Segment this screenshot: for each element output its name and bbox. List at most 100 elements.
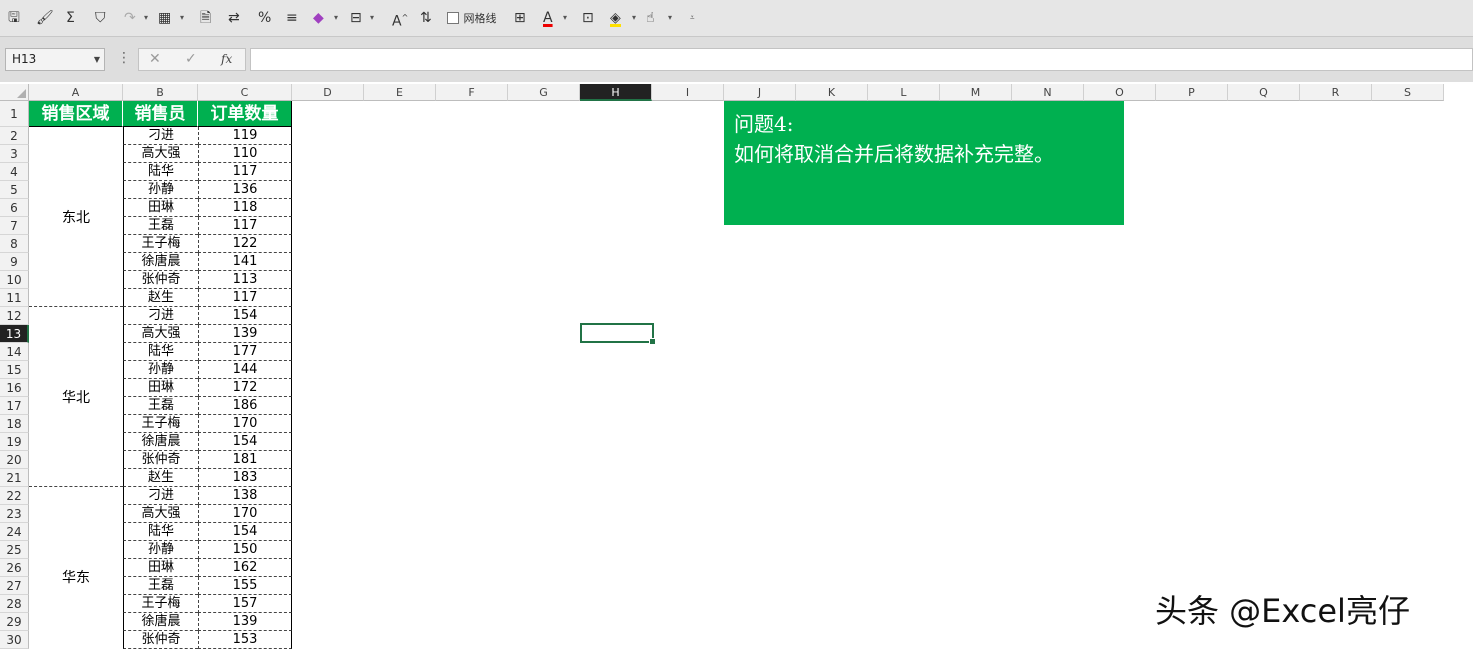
row-header-2[interactable]: 2 [0,127,29,145]
column-header-n[interactable]: N [1012,84,1084,101]
column-header-g[interactable]: G [508,84,580,101]
column-header-r[interactable]: R [1300,84,1372,101]
fill-down-icon[interactable]: ⊟ [350,8,362,28]
row-header-5[interactable]: 5 [0,181,29,199]
formula-bar-grip-icon[interactable]: ⋮ [117,50,131,66]
column-header-b[interactable]: B [123,84,198,101]
column-header-l[interactable]: L [868,84,940,101]
salesperson-cell[interactable]: 高大强 [123,505,198,523]
fill-color-icon[interactable]: ◈ [610,8,621,27]
row-header-20[interactable]: 20 [0,451,29,469]
column-header-q[interactable]: Q [1228,84,1300,101]
table-format-dropdown-icon[interactable]: ▾ [180,8,184,28]
row-header-30[interactable]: 30 [0,631,29,649]
row-header-7[interactable]: 7 [0,217,29,235]
sort-icon[interactable]: ⇅ [420,8,432,28]
column-header-h[interactable]: H [580,84,652,101]
order-count-cell[interactable]: 172 [198,379,292,397]
order-count-cell[interactable]: 157 [198,595,292,613]
salesperson-cell[interactable]: 徐唐晨 [123,253,198,271]
row-header-1[interactable]: 1 [0,101,29,127]
enter-icon[interactable]: ✓ [185,51,197,67]
order-count-cell[interactable]: 170 [198,505,292,523]
row-header-12[interactable]: 12 [0,307,29,325]
cancel-icon[interactable]: ✕ [149,51,161,67]
salesperson-cell[interactable]: 田琳 [123,199,198,217]
column-header-p[interactable]: P [1156,84,1228,101]
column-header-e[interactable]: E [364,84,436,101]
row-header-24[interactable]: 24 [0,523,29,541]
customize-toolbar-icon[interactable]: ⩡ [690,8,695,28]
row-header-6[interactable]: 6 [0,199,29,217]
touch-mode-dropdown-icon[interactable]: ▾ [668,8,672,28]
order-count-cell[interactable]: 154 [198,433,292,451]
header-sales-region[interactable]: 销售区域 [29,101,123,127]
row-header-22[interactable]: 22 [0,487,29,505]
header-salesperson[interactable]: 销售员 [123,101,198,127]
order-count-cell[interactable]: 153 [198,631,292,649]
name-box-dropdown-icon[interactable]: ▼ [94,49,100,70]
order-count-cell[interactable]: 177 [198,343,292,361]
order-count-cell[interactable]: 154 [198,307,292,325]
align-icon[interactable]: ≡ [286,8,298,28]
fill-down-dropdown-icon[interactable]: ▾ [370,8,374,28]
touch-mode-icon[interactable]: ☝ [646,8,655,28]
salesperson-cell[interactable]: 孙静 [123,541,198,559]
order-count-cell[interactable]: 170 [198,415,292,433]
gridlines-toggle[interactable]: 网格线 [447,8,496,28]
salesperson-cell[interactable]: 王磊 [123,577,198,595]
font-color-dropdown-icon[interactable]: ▾ [563,8,567,28]
column-header-j[interactable]: J [724,84,796,101]
order-count-cell[interactable]: 139 [198,325,292,343]
order-count-cell[interactable]: 110 [198,145,292,163]
salesperson-cell[interactable]: 陆华 [123,523,198,541]
select-all-corner[interactable] [0,84,29,101]
order-count-cell[interactable]: 119 [198,127,292,145]
salesperson-cell[interactable]: 王磊 [123,397,198,415]
font-color-icon[interactable]: A [543,8,553,28]
column-header-i[interactable]: I [652,84,724,101]
salesperson-cell[interactable]: 王子梅 [123,415,198,433]
row-header-3[interactable]: 3 [0,145,29,163]
salesperson-cell[interactable]: 刁进 [123,127,198,145]
salesperson-cell[interactable]: 高大强 [123,145,198,163]
row-header-4[interactable]: 4 [0,163,29,181]
salesperson-cell[interactable]: 徐唐晨 [123,433,198,451]
row-header-16[interactable]: 16 [0,379,29,397]
border-icon[interactable]: ⊞ [514,8,526,28]
order-count-cell[interactable]: 154 [198,523,292,541]
salesperson-cell[interactable]: 王子梅 [123,595,198,613]
row-header-14[interactable]: 14 [0,343,29,361]
order-count-cell[interactable]: 117 [198,163,292,181]
document-icon[interactable]: 🗎 [200,8,211,28]
formula-input[interactable] [250,48,1473,71]
row-header-23[interactable]: 23 [0,505,29,523]
row-header-11[interactable]: 11 [0,289,29,307]
salesperson-cell[interactable]: 王磊 [123,217,198,235]
format-painter-icon[interactable]: 🖌 [36,8,54,28]
order-count-cell[interactable]: 186 [198,397,292,415]
merge-icon[interactable]: ⊡ [582,8,594,28]
eraser-icon[interactable]: ◆ [313,8,324,28]
order-count-cell[interactable]: 122 [198,235,292,253]
order-count-cell[interactable]: 118 [198,199,292,217]
header-order-count[interactable]: 订单数量 [198,101,292,127]
save-icon[interactable]: 🖫 [8,8,20,28]
row-header-8[interactable]: 8 [0,235,29,253]
eraser-dropdown-icon[interactable]: ▾ [334,8,338,28]
salesperson-cell[interactable]: 王子梅 [123,235,198,253]
salesperson-cell[interactable]: 张仲奇 [123,451,198,469]
convert-icon[interactable]: ⇄ [228,8,240,28]
order-count-cell[interactable]: 144 [198,361,292,379]
salesperson-cell[interactable]: 赵生 [123,469,198,487]
column-header-o[interactable]: O [1084,84,1156,101]
row-header-21[interactable]: 21 [0,469,29,487]
column-header-k[interactable]: K [796,84,868,101]
salesperson-cell[interactable]: 陆华 [123,343,198,361]
salesperson-cell[interactable]: 陆华 [123,163,198,181]
salesperson-cell[interactable]: 田琳 [123,559,198,577]
row-header-9[interactable]: 9 [0,253,29,271]
salesperson-cell[interactable]: 孙静 [123,181,198,199]
column-header-m[interactable]: M [940,84,1012,101]
salesperson-cell[interactable]: 刁进 [123,307,198,325]
